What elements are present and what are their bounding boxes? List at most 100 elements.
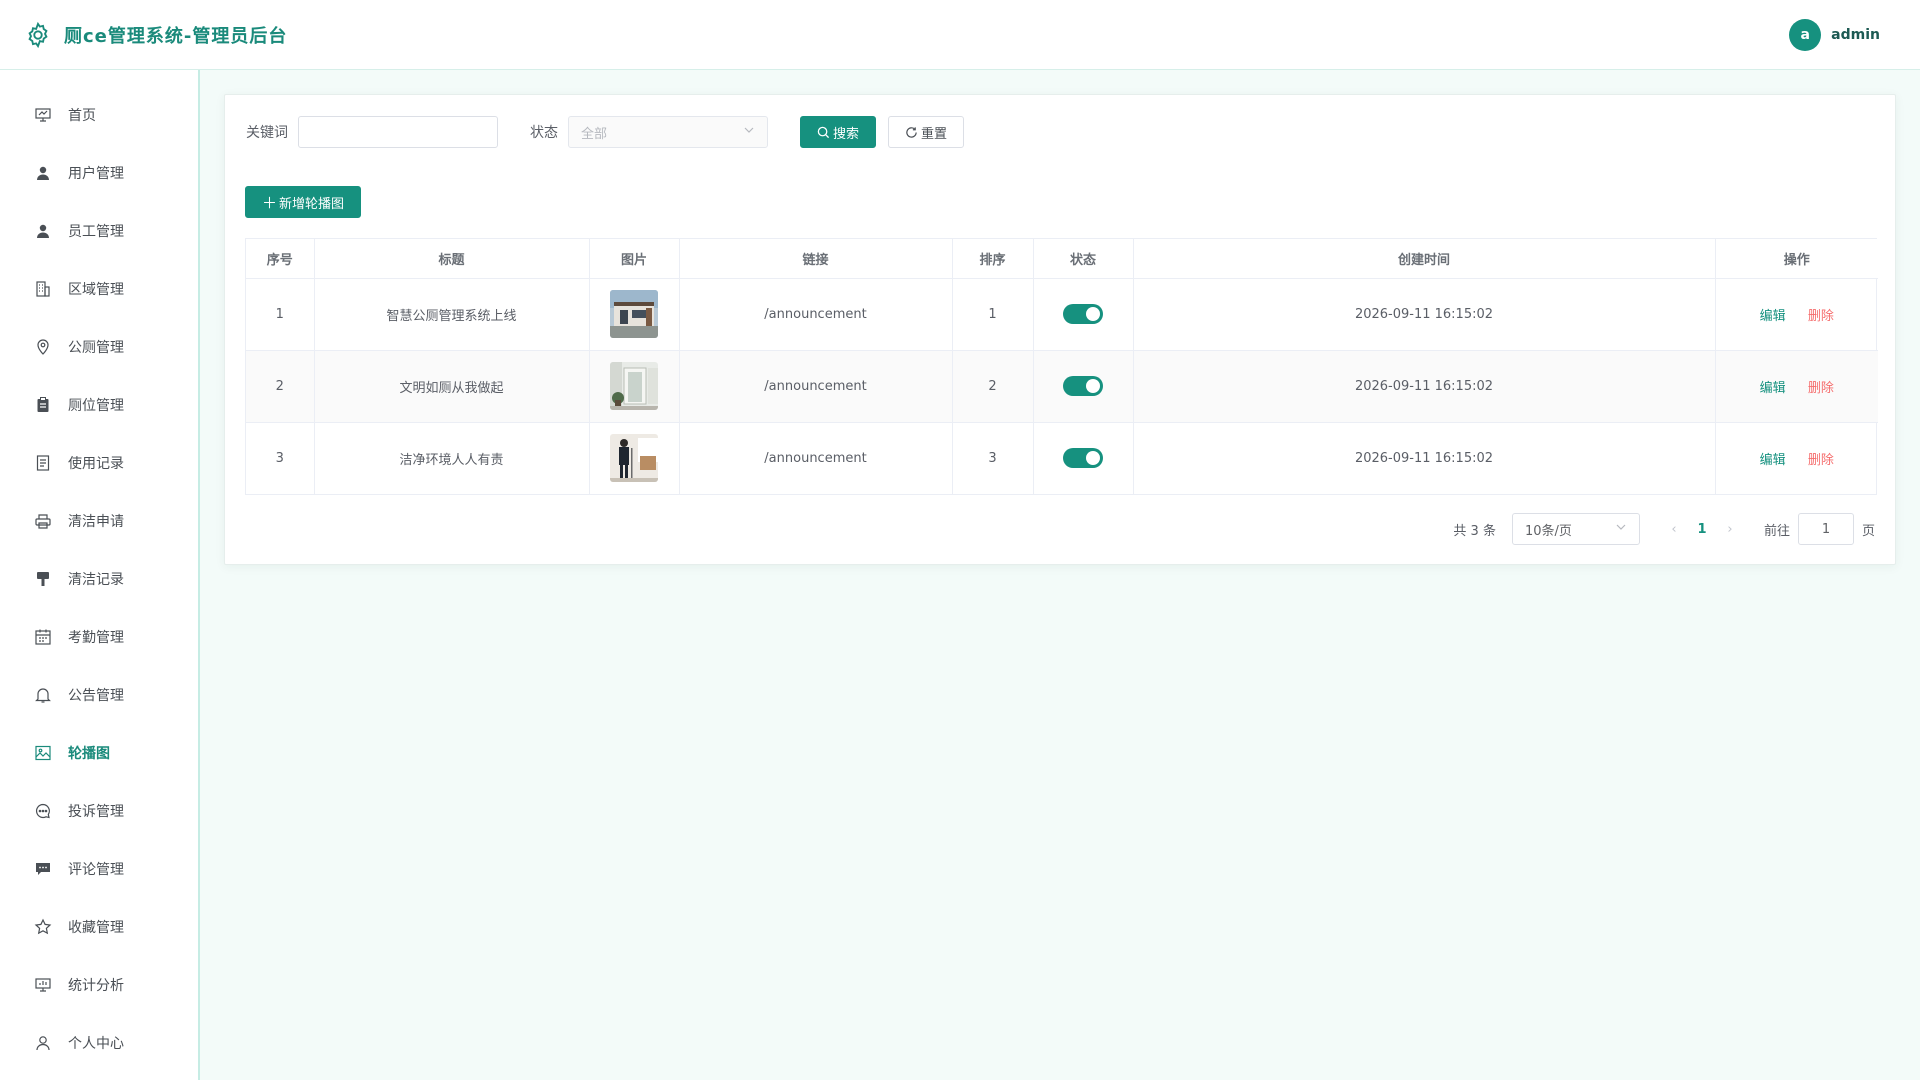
- user-outline-icon: [34, 1034, 52, 1052]
- table-row: 3 洁净环境人人有责 /announcement 3 2026-09-11 16…: [246, 422, 1878, 494]
- sidebar-item[interactable]: 轮播图: [0, 724, 198, 782]
- delete-button[interactable]: 删除: [1808, 453, 1834, 468]
- status-select[interactable]: 全部: [568, 116, 768, 148]
- sidebar-item[interactable]: 个人中心: [0, 1014, 198, 1072]
- sidebar-item[interactable]: 考勤管理: [0, 608, 198, 666]
- sidebar-item-label: 公厕管理: [68, 340, 124, 356]
- data-board-icon: [34, 976, 52, 994]
- goto-page-input[interactable]: [1797, 513, 1854, 545]
- goto-label: 前往: [1763, 523, 1790, 539]
- top-header: 厕ce管理系统-管理员后台 a admin: [0, 0, 1920, 70]
- keyword-input[interactable]: [298, 116, 498, 148]
- total-count: 共 3 条: [1453, 523, 1496, 539]
- add-banner-button[interactable]: ＋ 新增轮播图: [245, 186, 361, 218]
- column-header: 标题: [314, 239, 590, 279]
- prev-page-icon[interactable]: ‹: [1660, 522, 1688, 537]
- status-label: 状态: [530, 125, 558, 141]
- cell-index: 2: [246, 350, 315, 423]
- add-banner-label: 新增轮播图: [279, 196, 345, 212]
- avatar[interactable]: a: [1789, 18, 1822, 51]
- sidebar-item-label: 个人中心: [68, 1036, 124, 1052]
- column-header: 序号: [246, 239, 315, 279]
- edit-button[interactable]: 编辑: [1760, 453, 1786, 468]
- search-button-label: 搜索: [833, 126, 860, 142]
- sidebar-item[interactable]: 首页: [0, 86, 198, 144]
- sidebar-item[interactable]: 评论管理: [0, 840, 198, 898]
- sidebar-item[interactable]: 公厕管理: [0, 318, 198, 376]
- search-icon: [817, 126, 830, 138]
- status-toggle[interactable]: [1063, 304, 1103, 324]
- sidebar-item-label: 区域管理: [68, 282, 124, 298]
- sidebar-item-label: 评论管理: [68, 862, 124, 878]
- cell-status: [1033, 350, 1134, 423]
- banner-thumbnail[interactable]: [610, 434, 658, 483]
- status-select-value: 全部: [581, 126, 608, 142]
- cell-status: [1033, 278, 1134, 351]
- chevron-down-icon: [743, 124, 755, 140]
- edit-button[interactable]: 编辑: [1760, 381, 1786, 396]
- sidebar-item[interactable]: 投诉管理: [0, 782, 198, 840]
- table-header-row: 序号 标题 图片 链接 排序 状态 创建时间 操作: [246, 239, 1878, 279]
- sidebar-item-label: 厕位管理: [68, 398, 124, 414]
- status-toggle[interactable]: [1063, 448, 1103, 469]
- location-pin-icon: [34, 338, 52, 356]
- page-number[interactable]: 1: [1688, 522, 1716, 537]
- document-icon: [34, 454, 52, 472]
- reset-button-label: 重置: [921, 126, 948, 142]
- delete-button[interactable]: 删除: [1808, 309, 1834, 324]
- sidebar-item-label: 统计分析: [68, 978, 124, 994]
- sidebar-item[interactable]: 统计分析: [0, 956, 198, 1014]
- cell-title: 智慧公厕管理系统上线: [314, 278, 590, 351]
- next-page-icon[interactable]: ›: [1716, 522, 1744, 537]
- cell-status: [1033, 422, 1134, 494]
- cell-sort: 3: [952, 422, 1034, 494]
- column-header: 链接: [679, 239, 953, 279]
- username[interactable]: admin: [1831, 27, 1880, 43]
- cell-index: 1: [246, 278, 315, 351]
- cell-image: [589, 422, 680, 494]
- sidebar-item[interactable]: 清洁申请: [0, 492, 198, 550]
- cell-created: 2026-09-11 16:15:02: [1133, 422, 1716, 494]
- status-toggle[interactable]: [1063, 376, 1103, 396]
- cell-title: 文明如厕从我做起: [314, 350, 590, 423]
- pagination: 共 3 条 10条/页 ‹ 1 › 前往 页: [1453, 513, 1875, 545]
- cell-link: /announcement: [679, 422, 953, 494]
- sidebar-item-label: 首页: [68, 108, 96, 124]
- sidebar-item[interactable]: 用户管理: [0, 144, 198, 202]
- column-header: 状态: [1033, 239, 1134, 279]
- sidebar-item[interactable]: 员工管理: [0, 202, 198, 260]
- cell-sort: 1: [952, 278, 1034, 351]
- sidebar-item[interactable]: 公告管理: [0, 666, 198, 724]
- sidebar-item-label: 清洁申请: [68, 514, 124, 530]
- user-menu[interactable]: a admin: [1789, 18, 1880, 51]
- gear-icon: [24, 21, 52, 49]
- column-header: 图片: [589, 239, 680, 279]
- sidebar-item[interactable]: 区域管理: [0, 260, 198, 318]
- delete-button[interactable]: 删除: [1808, 381, 1834, 396]
- column-header: 排序: [952, 239, 1034, 279]
- sidebar-item-label: 用户管理: [68, 166, 124, 182]
- sidebar-item-label: 使用记录: [68, 456, 124, 472]
- chat-dots-icon: [34, 802, 52, 820]
- picture-icon: [34, 744, 52, 762]
- sidebar-item[interactable]: 使用记录: [0, 434, 198, 492]
- sidebar-item[interactable]: 清洁记录: [0, 550, 198, 608]
- sidebar-item[interactable]: 收藏管理: [0, 898, 198, 956]
- search-button[interactable]: 搜索: [800, 116, 877, 148]
- banner-thumbnail[interactable]: [610, 290, 658, 338]
- edit-button[interactable]: 编辑: [1760, 309, 1786, 324]
- page-size-value: 10条/页: [1524, 523, 1572, 539]
- sidebar-item-label: 公告管理: [68, 688, 124, 704]
- cell-created: 2026-09-11 16:15:02: [1133, 350, 1716, 423]
- sidebar-item-label: 轮播图: [68, 746, 110, 762]
- banner-list-card: 关键词 状态 全部 搜索 重置 ＋ 新增轮播图 序号 标题 图片 链接 排序 状…: [224, 94, 1896, 565]
- comment-icon: [34, 860, 52, 878]
- sidebar-item-label: 投诉管理: [68, 804, 124, 820]
- cell-actions: 编辑 删除: [1715, 422, 1878, 494]
- brand: 厕ce管理系统-管理员后台: [24, 21, 287, 49]
- banner-thumbnail[interactable]: [610, 362, 658, 410]
- reset-button[interactable]: 重置: [888, 116, 965, 148]
- sidebar-item[interactable]: 厕位管理: [0, 376, 198, 434]
- page-size-select[interactable]: 10条/页: [1511, 513, 1640, 545]
- calendar-icon: [34, 628, 52, 646]
